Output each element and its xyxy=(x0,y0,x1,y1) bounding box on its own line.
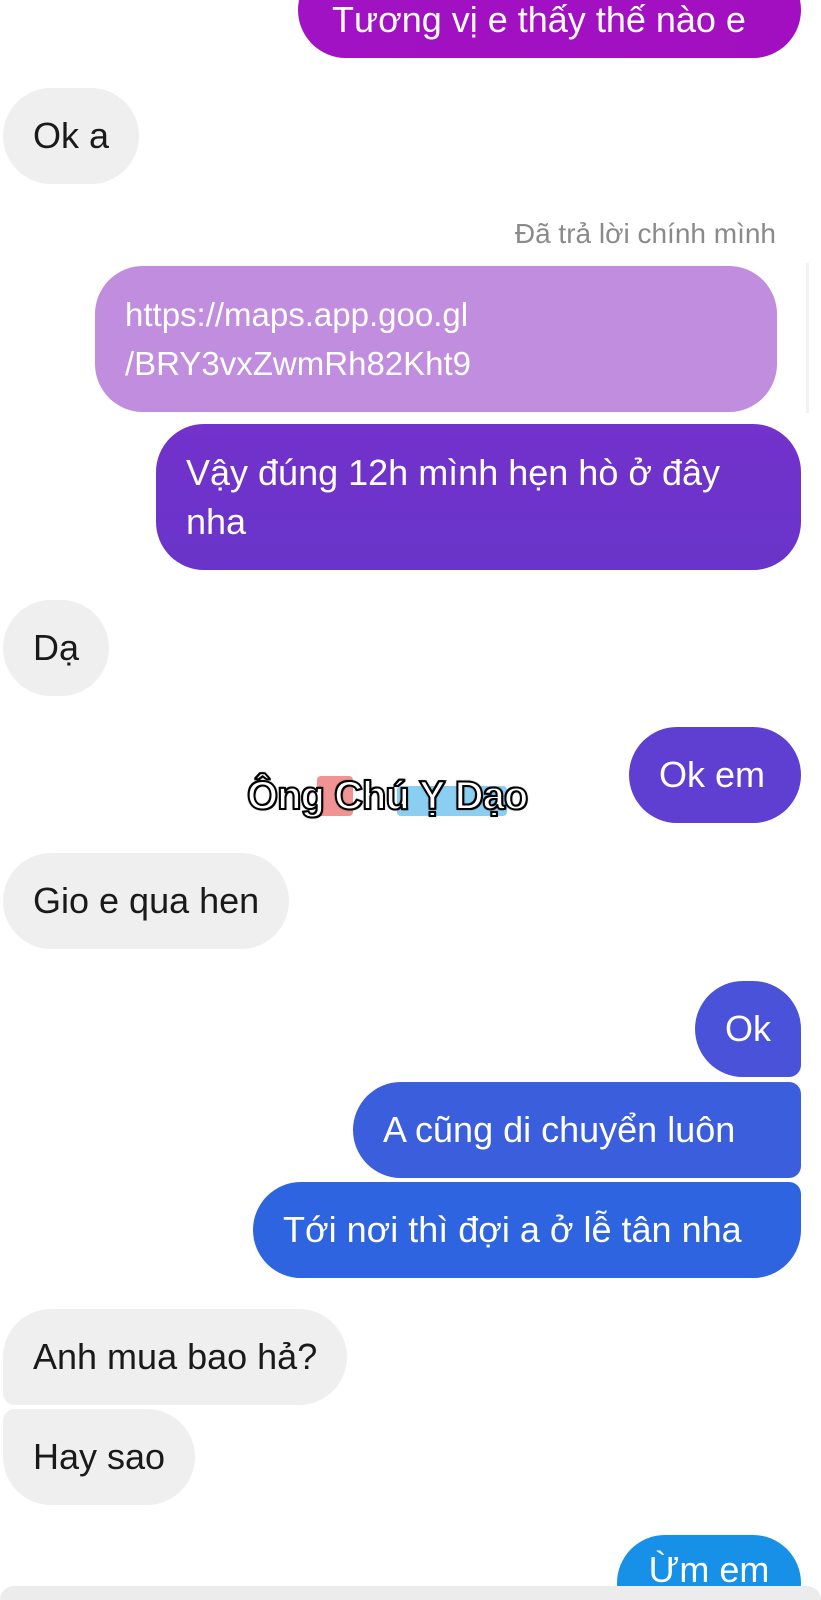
message-text: A cũng di chuyển luôn xyxy=(383,1109,736,1150)
message-text: Ừm em xyxy=(648,1549,770,1590)
message-sent[interactable]: Vậy đúng 12h mình hẹn hò ở đây nha xyxy=(156,424,801,570)
message-text: Anh mua bao hả? xyxy=(33,1336,318,1377)
message-text: Gio e qua hen xyxy=(33,880,260,921)
watermark: Ông Chú Ỵ Dạo xyxy=(246,772,577,832)
message-sent[interactable]: Ok em xyxy=(629,727,801,823)
message-sent[interactable]: Tương vị e thấy thế nào e xyxy=(298,0,801,58)
watermark-text: Ông Chú Ỵ Dạo xyxy=(246,773,529,819)
message-text: Ok a xyxy=(33,115,110,156)
link-line-1: https://maps.app.goo.gl xyxy=(125,296,469,333)
message-received[interactable]: Dạ xyxy=(3,600,110,696)
message-text: Ok em xyxy=(659,754,766,795)
message-sent[interactable]: Ok xyxy=(695,981,801,1077)
message-received[interactable]: Hay sao xyxy=(3,1409,196,1505)
chat-thread[interactable]: Tương vị e thấy thế nào e Ok a Đã trả lờ… xyxy=(0,0,821,1600)
message-sent[interactable]: Tới nơi thì đợi a ở lễ tân nha xyxy=(253,1182,801,1278)
message-text: Dạ xyxy=(33,627,80,668)
message-text: Hay sao xyxy=(33,1436,166,1477)
message-sent[interactable]: A cũng di chuyển luôn xyxy=(353,1082,801,1178)
message-text: Tương vị e thấy thế nào e xyxy=(332,0,746,40)
quoted-message-link[interactable]: https://maps.app.goo.gl /BRY3vxZwmRh82Kh… xyxy=(95,266,777,412)
message-text: Tới nơi thì đợi a ở lễ tân nha xyxy=(283,1209,742,1250)
composer-edge xyxy=(0,1586,821,1600)
message-received[interactable]: Anh mua bao hả? xyxy=(3,1309,348,1405)
reply-quote-bar xyxy=(806,263,809,413)
message-received[interactable]: Gio e qua hen xyxy=(3,853,290,949)
message-received[interactable]: Ok a xyxy=(3,88,140,184)
message-text: Vậy đúng 12h mình hẹn hò ở đây nha xyxy=(186,452,720,542)
link-line-2: /BRY3vxZwmRh82Kht9 xyxy=(125,345,472,382)
message-text: Ok xyxy=(725,1008,772,1049)
reply-label: Đã trả lời chính mình xyxy=(514,218,776,249)
